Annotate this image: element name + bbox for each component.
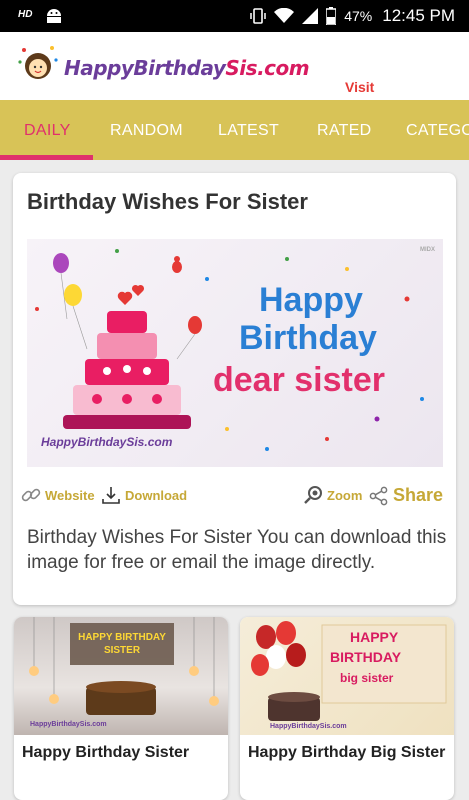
app-header: HappyBirthdaySis.com Visit xyxy=(0,32,469,100)
featured-image[interactable]: MIDX Happy Birthday dear sister HappyBir… xyxy=(27,239,443,467)
card-actions: Website Download Zoom Share xyxy=(13,481,456,511)
featured-card[interactable]: Birthday Wishes For Sister MIDX Happy Bi… xyxy=(13,173,456,605)
status-bar: HD 47% 12:45 PM xyxy=(0,0,469,32)
image-text-birthday: Birthday xyxy=(239,319,377,357)
share-label: Share xyxy=(393,485,444,505)
website-label: Website xyxy=(45,487,95,503)
card-title: Birthday Wishes For Sister xyxy=(27,189,308,214)
download-button[interactable]: Download xyxy=(101,485,187,505)
tab-categories[interactable]: CATEGO xyxy=(406,122,469,140)
download-icon xyxy=(102,487,120,504)
grid-card-2-image[interactable]: HAPPY BIRTHDAY big sister HappyBirthdayS… xyxy=(240,617,454,735)
clock: 12:45 PM xyxy=(382,6,455,25)
battery-percent: 47% xyxy=(344,8,373,24)
zoom-icon xyxy=(304,486,322,504)
zoom-button[interactable]: Zoom xyxy=(303,485,362,505)
grid-card-2-title: Happy Birthday Big Sister xyxy=(248,744,446,761)
grid-card-1-image[interactable]: HAPPY BIRTHDAY SISTER HappyBirthdaySis.c… xyxy=(14,617,228,735)
zoom-label: Zoom xyxy=(327,487,363,503)
hd-indicator: HD xyxy=(18,9,33,20)
tab-latest[interactable]: LATEST xyxy=(218,122,279,140)
share-icon xyxy=(369,486,388,505)
vibrate-icon xyxy=(250,8,266,24)
logo-text-main: HappyBirthday xyxy=(64,56,226,80)
signal-icon xyxy=(302,8,319,24)
grid-card-2-logo: HappyBirthdaySis.com xyxy=(270,723,347,730)
android-icon xyxy=(47,9,61,23)
girl-logo-icon xyxy=(18,46,58,79)
grid-card-1-banner: HAPPY BIRTHDAY SISTER xyxy=(78,632,166,656)
grid-card-1-logo: HappyBirthdaySis.com xyxy=(30,721,107,728)
share-button[interactable]: Share xyxy=(369,485,443,506)
battery-icon xyxy=(326,7,337,25)
grid-card-2-banner-3: big sister xyxy=(340,671,394,685)
image-text-dear-sister: dear sister xyxy=(213,361,385,399)
tab-bar: DAILY RANDOM LATEST RATED CATEGO xyxy=(0,100,469,160)
grid-card-2-banner-1: HAPPY xyxy=(350,629,399,645)
grid-card-1[interactable]: HAPPY BIRTHDAY SISTER HappyBirthdaySis.c… xyxy=(14,617,228,800)
grid-card-2-banner-2: BIRTHDAY xyxy=(330,649,402,665)
website-button[interactable]: Website xyxy=(21,485,95,505)
visit-link[interactable]: Visit xyxy=(345,79,374,95)
cake-illustration xyxy=(35,249,424,451)
grid-card-2[interactable]: HAPPY BIRTHDAY big sister HappyBirthdayS… xyxy=(240,617,454,800)
tab-rated[interactable]: RATED xyxy=(317,122,372,140)
card-description: Birthday Wishes For Sister You can downl… xyxy=(27,527,447,573)
image-text-happy: Happy xyxy=(259,281,363,319)
tab-random[interactable]: RANDOM xyxy=(110,122,183,140)
wifi-icon xyxy=(274,8,295,23)
tab-daily[interactable]: DAILY xyxy=(24,122,71,140)
link-icon xyxy=(21,488,41,502)
grid-card-1-title: Happy Birthday Sister xyxy=(22,744,190,761)
logo-text-accent: Sis.com xyxy=(225,56,310,80)
image-logo: HappyBirthdaySis.com xyxy=(41,435,173,449)
download-label: Download xyxy=(125,487,188,503)
active-tab-indicator xyxy=(0,155,93,160)
site-logo[interactable]: HappyBirthdaySis.com xyxy=(16,42,336,86)
